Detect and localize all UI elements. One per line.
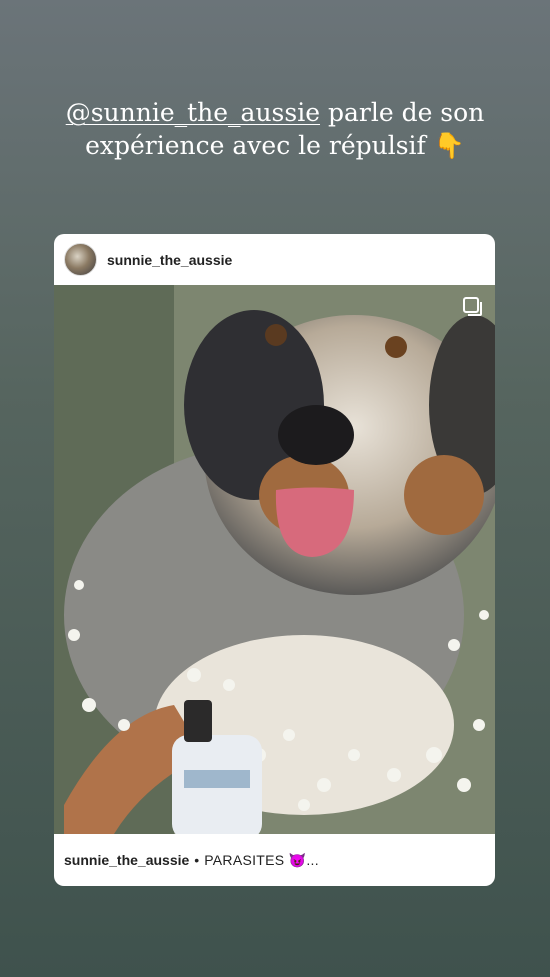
- post-header: sunnie_the_aussie: [54, 234, 495, 285]
- post-footer: sunnie_the_aussie • PARASITES 😈...: [54, 834, 495, 886]
- multi-photo-icon: [463, 297, 482, 316]
- footer-username[interactable]: sunnie_the_aussie: [64, 852, 189, 868]
- post-photo[interactable]: [54, 285, 495, 834]
- post-username[interactable]: sunnie_the_aussie: [107, 252, 232, 268]
- story-caption: @sunnie_the_aussie parle de son expérien…: [60, 96, 490, 162]
- avatar[interactable]: [64, 243, 97, 276]
- dog-photo: [54, 285, 495, 834]
- footer-separator: •: [194, 852, 200, 868]
- pointing-down-icon: 👇: [433, 131, 465, 160]
- footer-caption: PARASITES 😈...: [204, 851, 319, 868]
- mention-link[interactable]: @sunnie_the_aussie: [66, 98, 320, 127]
- shared-post-card[interactable]: sunnie_the_aussie sunnie_the_aussie • PA…: [54, 234, 495, 886]
